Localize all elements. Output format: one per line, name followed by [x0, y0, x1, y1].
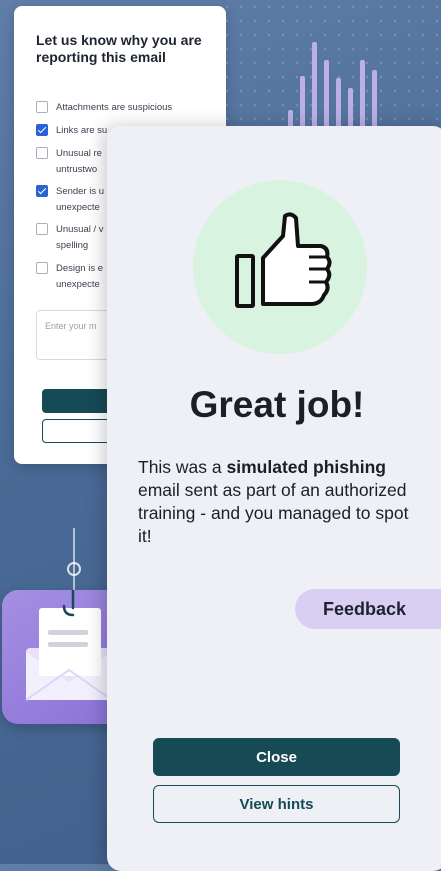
- checkbox[interactable]: [36, 185, 48, 197]
- background-bar-graphic: [288, 0, 408, 140]
- message-text: email sent as part of an authorized trai…: [138, 480, 409, 546]
- hook-ring-icon: [67, 562, 81, 576]
- checkbox[interactable]: [36, 101, 48, 113]
- success-badge: [193, 180, 367, 354]
- feedback-label: Feedback: [323, 598, 407, 619]
- checkbox[interactable]: [36, 223, 48, 235]
- report-form-title: Let us know why you are reporting this e…: [36, 32, 202, 65]
- option-label: Attachments are suspicious: [56, 102, 173, 113]
- view-hints-button[interactable]: View hints: [153, 785, 400, 823]
- close-button[interactable]: Close: [153, 738, 400, 776]
- message-text: This was a: [138, 457, 227, 477]
- checkbox[interactable]: [36, 124, 48, 136]
- feedback-button[interactable]: Feedback: [295, 589, 441, 629]
- result-message: This was a simulated phishing email sent…: [138, 456, 423, 548]
- checkbox[interactable]: [36, 262, 48, 274]
- thumbs-up-icon: [235, 212, 332, 308]
- result-dialog: Great job! This was a simulated phishing…: [107, 126, 441, 871]
- message-emphasis: simulated phishing: [226, 457, 386, 477]
- checkbox[interactable]: [36, 147, 48, 159]
- result-headline: Great job!: [189, 384, 365, 425]
